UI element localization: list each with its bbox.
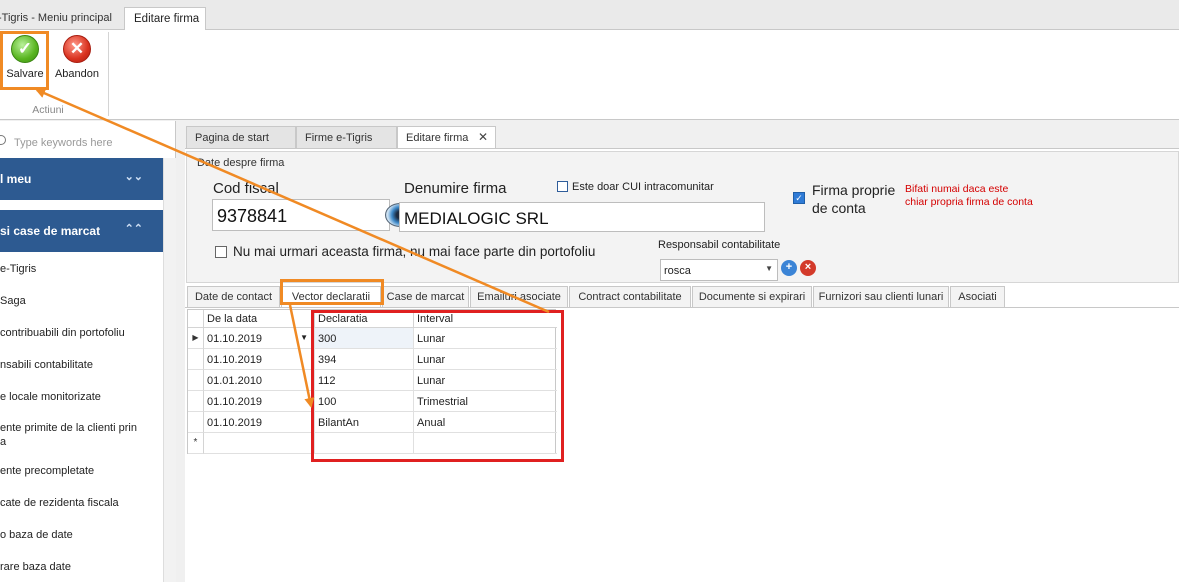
main-menu-tab[interactable]: -Tigris - Meniu principal: [0, 12, 112, 24]
navigation-panel: Type keywords here l meu ⌄⌄ si case de m…: [0, 121, 176, 582]
annotation-highlight-vector-tab: [280, 279, 384, 305]
subtab-date-de-contact[interactable]: Date de contact: [187, 286, 280, 307]
search-input[interactable]: Type keywords here: [14, 137, 112, 149]
sidebar-item[interactable]: nsabili contabilitate: [0, 358, 163, 372]
add-icon[interactable]: +: [781, 260, 797, 276]
firma-proprie-label: Firma proprie de conta: [812, 181, 895, 217]
sidebar-item[interactable]: e-Tigris: [0, 262, 163, 276]
abandon-button[interactable]: ✕ Abandon: [52, 32, 102, 88]
subtab-case-de-marcat[interactable]: Case de marcat: [382, 286, 469, 307]
dropdown-arrow-icon[interactable]: ▼: [765, 264, 773, 273]
ribbon: ✓ Salvare ✕ Abandon Actiuni: [0, 30, 1179, 120]
hint-line2: chiar propria firma de conta: [905, 196, 1033, 208]
responsabil-value: rosca: [664, 265, 691, 277]
nav-group-label: si case de marcat: [0, 224, 101, 238]
nav-group-label: l meu: [0, 172, 32, 186]
delete-icon[interactable]: ×: [800, 260, 816, 276]
sidebar-item-continued[interactable]: a: [0, 435, 163, 449]
subtab-divider: [185, 307, 1179, 308]
sidebar-item[interactable]: ente primite de la clienti prin: [0, 421, 163, 435]
cell-de-la-data[interactable]: 01.10.2019: [204, 391, 315, 412]
nu-mai-urmari-checkbox[interactable]: [215, 246, 227, 258]
row-indicator: [188, 370, 204, 391]
firm-details-group: Date despre firma Cod fiscal 9378841 Den…: [186, 151, 1179, 283]
cell-de-la-data[interactable]: 01.10.2019: [204, 412, 315, 433]
subtab-asociati[interactable]: Asociati: [950, 286, 1005, 307]
dropdown-arrow-icon[interactable]: ▼: [300, 333, 308, 342]
new-row-indicator: *: [188, 433, 204, 454]
sidebar-item[interactable]: rare baza date: [0, 560, 163, 574]
grid-corner: [188, 310, 204, 328]
search-icon: [0, 135, 6, 145]
cod-fiscal-field[interactable]: 9378841: [212, 199, 415, 231]
nav-group-meu[interactable]: l meu ⌄⌄: [0, 158, 163, 200]
cell-de-la-data[interactable]: 01.10.2019: [204, 349, 315, 370]
tab-label: Editare firma: [406, 132, 469, 144]
row-indicator: [188, 412, 204, 433]
sidebar-item[interactable]: e locale monitorizate: [0, 390, 163, 404]
tab-firme-e-tigris[interactable]: Firme e-Tigris: [296, 126, 397, 148]
sidebar-scrollbar[interactable]: [163, 158, 176, 582]
intracom-label: Este doar CUI intracomunitar: [572, 181, 714, 193]
new-row-cell[interactable]: [204, 433, 315, 454]
annotation-highlight-save: [0, 31, 49, 90]
ribbon-group-label: Actiuni: [32, 104, 64, 116]
sidebar-item[interactable]: Saga: [0, 294, 163, 308]
cell-value: 01.10.2019: [207, 333, 263, 345]
tab-editare-firma-doc[interactable]: Editare firma ✕: [397, 126, 496, 149]
intracom-checkbox[interactable]: [557, 181, 568, 192]
firma-proprie-hint: Bifati numai daca este chiar propria fir…: [905, 183, 1033, 209]
tab-pagina-de-start[interactable]: Pagina de start: [186, 126, 296, 148]
title-tab-bar: -Tigris - Meniu principal Editare firma: [0, 0, 1179, 31]
column-header-de-la-data[interactable]: De la data: [204, 310, 315, 328]
cell-de-la-data[interactable]: 01.01.2010: [204, 370, 315, 391]
close-icon[interactable]: ✕: [478, 130, 488, 144]
responsabil-select[interactable]: rosca ▼: [660, 259, 778, 281]
cod-fiscal-value: 9378841: [217, 206, 288, 226]
current-row-indicator: ▶: [188, 328, 204, 349]
sidebar-item[interactable]: o baza de date: [0, 528, 163, 542]
chevron-up-icon[interactable]: ⌃⌃: [125, 222, 143, 235]
tab-editare-firma[interactable]: Editare firma: [124, 7, 206, 31]
cod-fiscal-label: Cod fiscal: [213, 180, 279, 197]
responsabil-label: Responsabil contabilitate: [658, 239, 781, 251]
sidebar-item[interactable]: cate de rezidenta fiscala: [0, 496, 163, 510]
subtab-emailuri-asociate[interactable]: Emailuri asociate: [470, 286, 568, 307]
hint-line1: Bifati numai daca este: [905, 183, 1009, 195]
row-indicator: [188, 391, 204, 412]
section-title: Date despre firma: [197, 157, 285, 169]
abandon-button-label: Abandon: [54, 68, 100, 80]
nav-group-case-de-marcat[interactable]: si case de marcat ⌃⌃: [0, 210, 163, 252]
firma-proprie-line1: Firma proprie: [812, 182, 896, 198]
annotation-highlight-grid: [311, 310, 564, 462]
cancel-icon: ✕: [63, 35, 91, 63]
denumire-label: Denumire firma: [404, 180, 507, 197]
sidebar-item[interactable]: contribuabili din portofoliu: [0, 326, 163, 340]
subtab-furnizori-sau-clienti[interactable]: Furnizori sau clienti lunari: [813, 286, 949, 307]
denumire-field[interactable]: MEDIALOGIC SRL: [399, 202, 765, 232]
firma-proprie-line2: de conta: [812, 200, 866, 216]
sidebar-item[interactable]: ente precompletate: [0, 464, 163, 478]
row-indicator: [188, 349, 204, 370]
subtab-documente-si-expirari[interactable]: Documente si expirari: [692, 286, 812, 307]
subtab-contract-contabilitate[interactable]: Contract contabilitate: [569, 286, 691, 307]
chevron-down-icon[interactable]: ⌄⌄: [125, 170, 143, 183]
cell-de-la-data[interactable]: 01.10.2019 ▼: [204, 328, 315, 349]
nu-mai-urmari-label: Nu mai urmari aceasta firma, nu mai face…: [233, 244, 596, 259]
firma-proprie-checkbox[interactable]: ✓: [793, 192, 805, 204]
ribbon-separator: [108, 32, 109, 116]
